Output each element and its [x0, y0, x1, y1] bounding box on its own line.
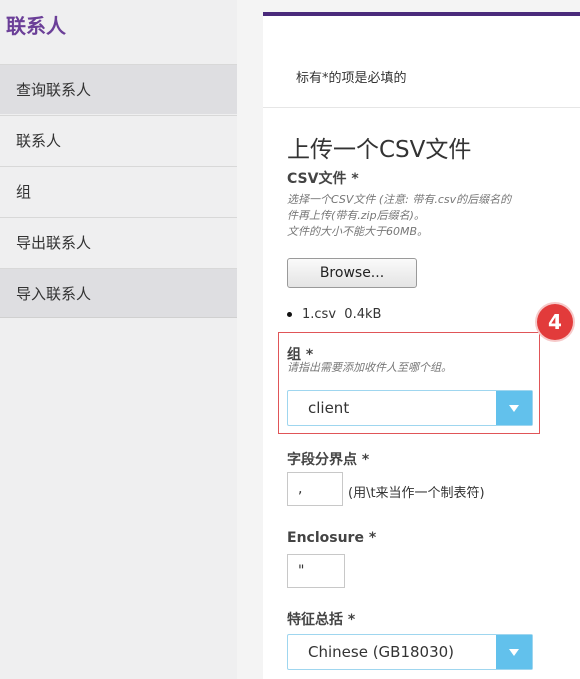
csv-hint-line: 选择一个CSV文件 (注意: 带有.csv的后缀名的 [287, 193, 512, 206]
group-select[interactable]: client [287, 390, 533, 426]
enclosure-input[interactable]: " [287, 554, 345, 588]
delimiter-input[interactable]: , [287, 472, 343, 506]
delimiter-label: 字段分界点 * [287, 452, 370, 468]
csv-hint-line: 件再上传(带有.zip后缀名)。 [287, 209, 425, 222]
charset-label: 特征总括 * [287, 612, 356, 628]
chevron-down-icon[interactable] [496, 635, 532, 669]
chevron-down-icon[interactable] [496, 391, 532, 425]
required-fields-note: 标有*的项是必填的 [296, 71, 407, 86]
file-name: 1.csv [302, 307, 337, 322]
group-select-value: client [308, 399, 350, 417]
sidebar-item-contacts[interactable]: 联系人 [0, 115, 237, 165]
browse-button[interactable]: Browse... [287, 258, 417, 288]
sidebar-item-groups[interactable]: 组 [0, 166, 237, 216]
card-top-accent [263, 12, 580, 16]
csv-file-label: CSV文件 * [287, 171, 359, 187]
csv-hint-line: 文件的大小不能大于60MB。 [287, 225, 429, 238]
import-form-card: 标有*的项是必填的 上传一个CSV文件 CSV文件 * 选择一个CSV文件 (注… [263, 12, 580, 679]
content-pane: 标有*的项是必填的 上传一个CSV文件 CSV文件 * 选择一个CSV文件 (注… [237, 0, 580, 679]
enclosure-label: Enclosure * [287, 530, 377, 546]
divider [263, 107, 580, 108]
charset-select[interactable]: Chinese (GB18030) [287, 634, 533, 670]
section-title: 上传一个CSV文件 [287, 137, 472, 163]
sidebar-item-search-contacts[interactable]: 查询联系人 [0, 64, 237, 114]
step-badge: 4 [537, 304, 573, 340]
csv-file-hint: 选择一个CSV文件 (注意: 带有.csv的后缀名的 件再上传(带有.zip后缀… [287, 192, 580, 240]
group-hint: 请指出需要添加收件人至哪个组。 [287, 361, 452, 374]
bullet-icon [287, 312, 292, 317]
sidebar-item-import-contacts[interactable]: 导入联系人 [0, 268, 237, 318]
sidebar-title: 联系人 [6, 14, 66, 38]
charset-select-value: Chinese (GB18030) [308, 643, 455, 661]
sidebar: 联系人 查询联系人 联系人 组 导出联系人 导入联系人 [0, 0, 238, 679]
delimiter-note: (用\t来当作一个制表符) [348, 486, 485, 501]
file-size: 0.4kB [344, 307, 382, 322]
uploaded-file-item: 1.csv 0.4kB [287, 307, 381, 322]
sidebar-item-export-contacts[interactable]: 导出联系人 [0, 217, 237, 267]
